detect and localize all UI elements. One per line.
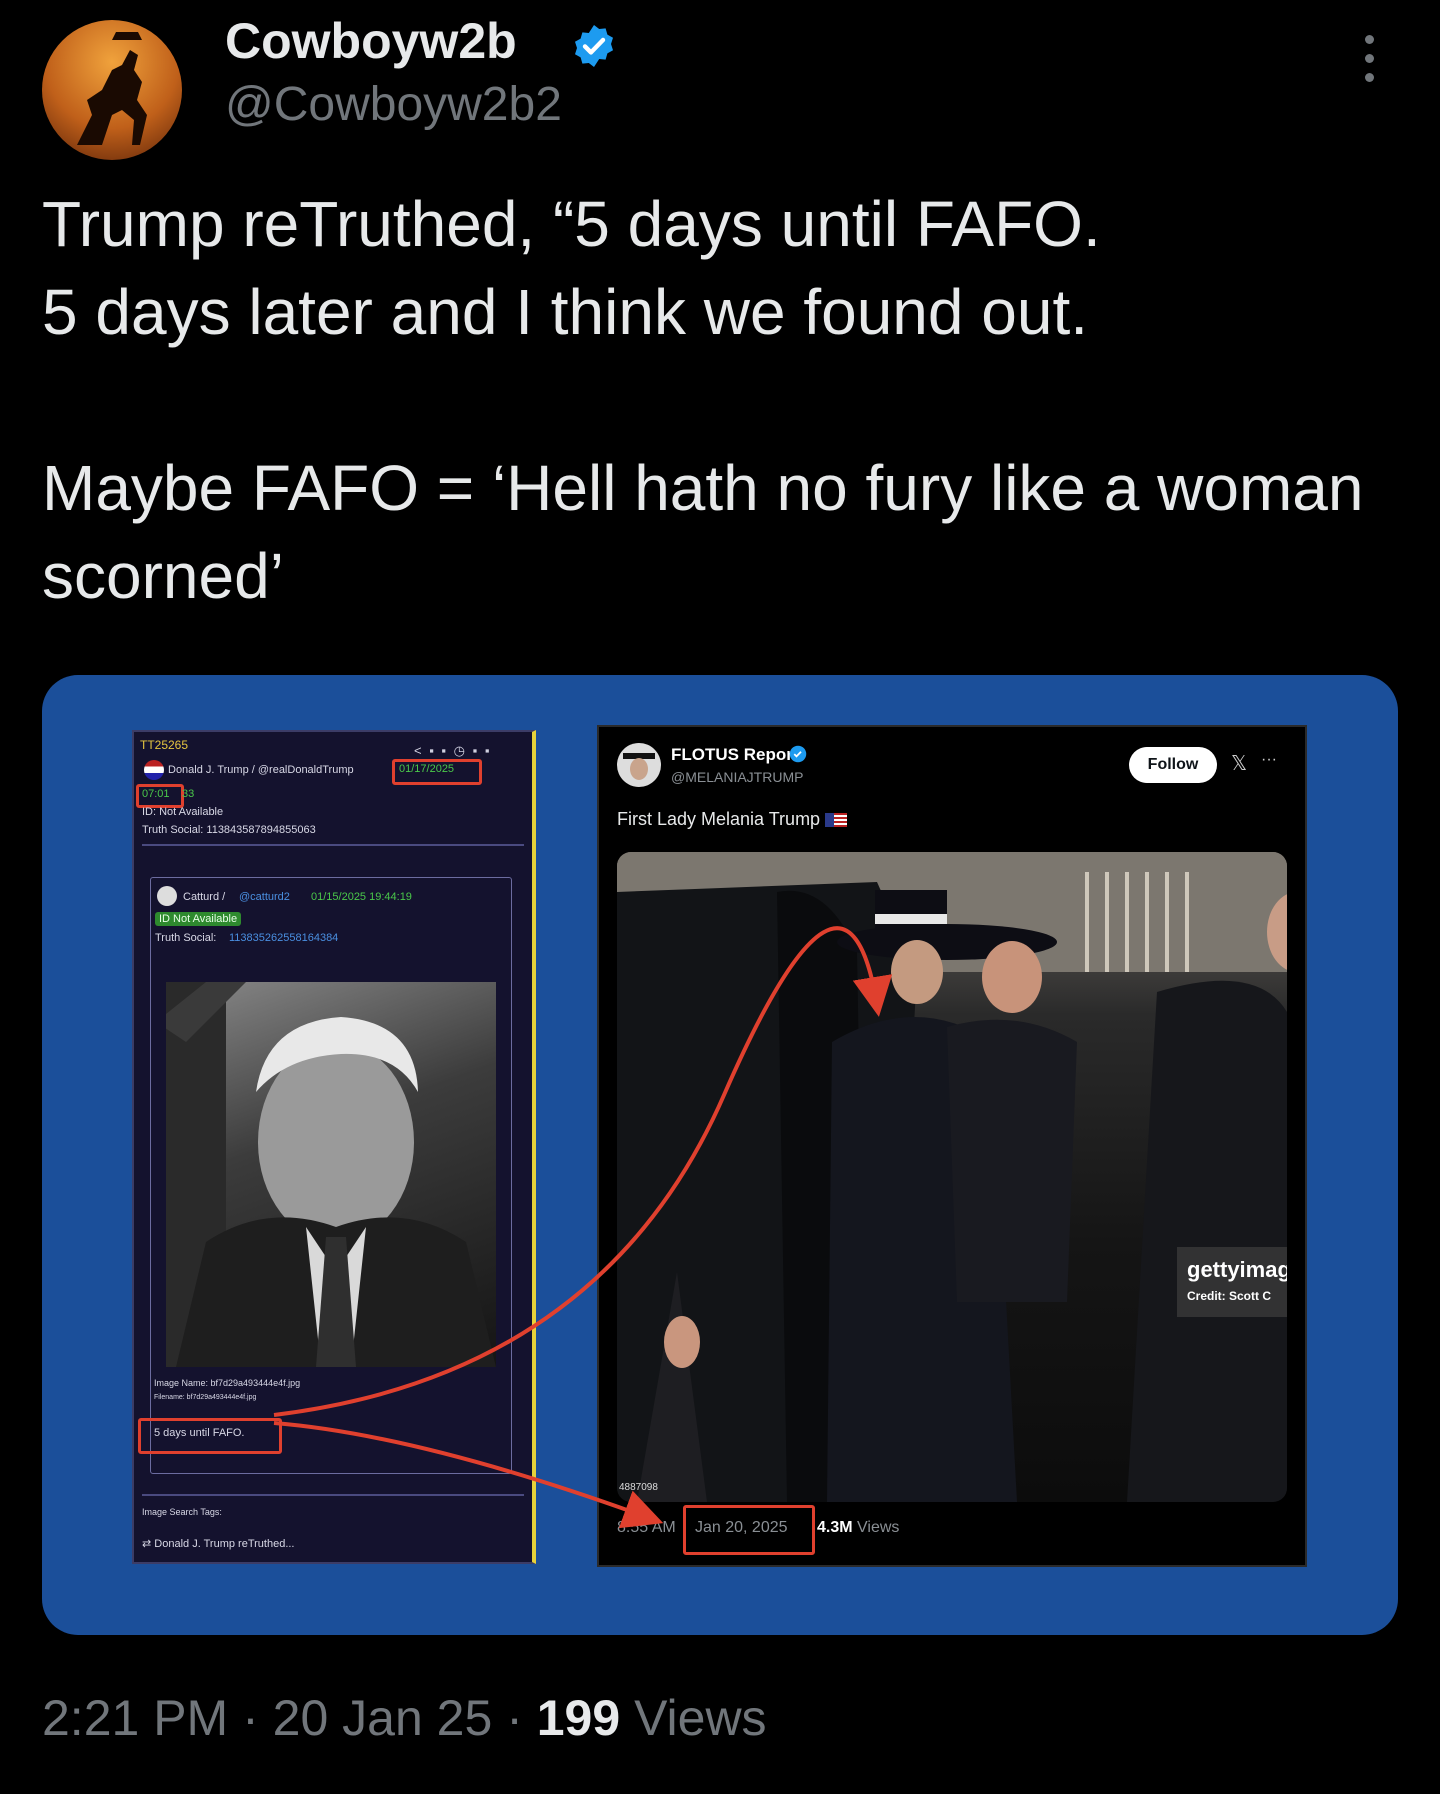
tweet-time: 2:21 PM	[42, 1690, 229, 1746]
views-count: 199	[536, 1690, 621, 1746]
cowboy-silhouette-icon	[77, 32, 147, 145]
verified-badge-icon	[575, 25, 613, 67]
avatar[interactable]	[42, 20, 182, 160]
views-label: Views	[634, 1690, 767, 1746]
tweet-metadata: 2:21 PM · 20 Jan 25 · 199 Views	[42, 1690, 767, 1746]
tweet-media[interactable]: TT25265 < ▪ ▪ ◷ ▪ ▪ Donald J. Trump / @r…	[42, 675, 1398, 1635]
tweet-date: 20 Jan 25	[272, 1690, 493, 1746]
user-handle[interactable]: @Cowboyw2b2	[225, 75, 562, 135]
more-options-icon[interactable]	[1355, 35, 1383, 95]
annotation-arrows	[273, 926, 893, 1529]
display-name[interactable]: Cowboyw2b	[225, 10, 517, 72]
tweet-text: Trump reTruthed, “5 days until FAFO. 5 d…	[42, 188, 1364, 612]
